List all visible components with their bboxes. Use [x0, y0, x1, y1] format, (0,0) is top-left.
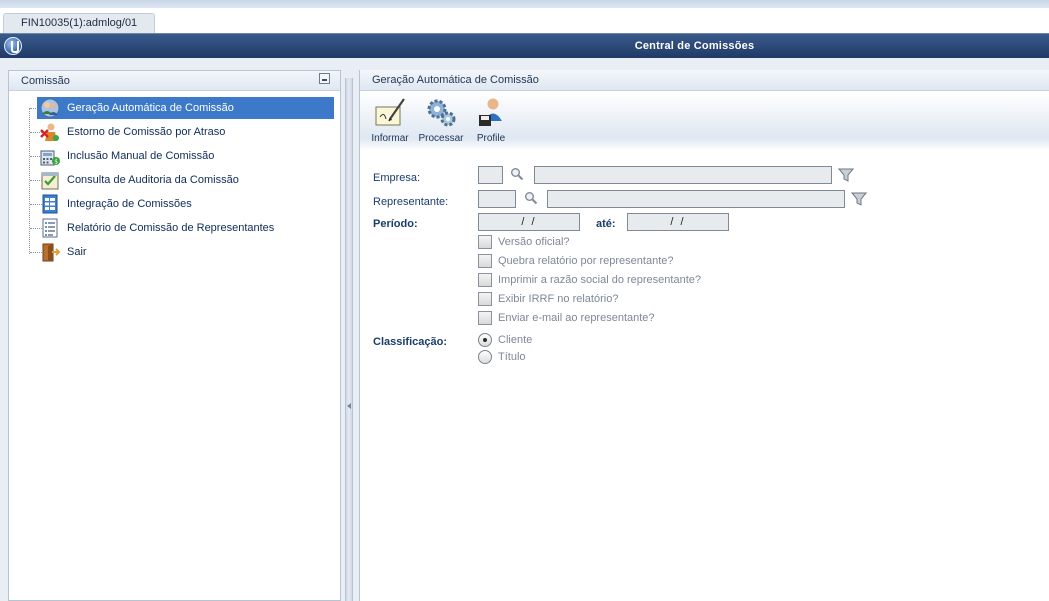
radio-label: Cliente	[498, 334, 533, 346]
informar-label: Informar	[371, 133, 409, 144]
menu-panel-title: Comissão	[21, 75, 70, 87]
action-toolbar: Informar Processar Profile	[360, 92, 1049, 150]
radio-button[interactable]	[478, 333, 492, 347]
checkbox-label: Quebra relatório por representante?	[498, 255, 674, 267]
menu-item-relatorio[interactable]: Relatório de Comissão de Representantes	[15, 216, 335, 240]
pencil-paper-icon	[375, 98, 405, 126]
representante-name-field[interactable]	[547, 190, 845, 208]
minimize-icon[interactable]	[319, 73, 330, 84]
menu-item-label: Consulta de Auditoria da Comissão	[67, 174, 239, 186]
profile-button[interactable]: Profile	[471, 95, 511, 147]
processar-button[interactable]: Processar	[418, 95, 464, 147]
search-icon[interactable]	[510, 167, 524, 181]
checkbox-label: Imprimir a razão social do representante…	[498, 274, 701, 286]
menu-item-sair[interactable]: Sair	[15, 240, 335, 264]
checkbox-box[interactable]	[478, 235, 492, 249]
audit-check-icon	[41, 172, 59, 190]
filter-icon[interactable]	[838, 167, 854, 183]
filter-icon[interactable]	[851, 191, 867, 207]
checkbox-label: Enviar e-mail ao representante?	[498, 312, 655, 324]
empresa-name-field[interactable]	[534, 166, 832, 184]
program-tab[interactable]: FIN10035(1):admlog/01	[3, 13, 155, 33]
checkbox-box[interactable]	[478, 254, 492, 268]
menu-item-geracao-automatica[interactable]: Geração Automática de Comissão	[15, 96, 335, 120]
menu-item-label: Inclusão Manual de Comissão	[67, 150, 215, 162]
menu-item-integracao[interactable]: Integração de Comissões	[15, 192, 335, 216]
window-title: Central de Comissões	[634, 40, 755, 52]
exit-door-icon	[42, 243, 61, 262]
representante-label: Representante:	[373, 196, 449, 208]
calculator-money-icon: $	[40, 150, 60, 166]
title-bar: Central de Comissões	[0, 33, 1049, 58]
content-panel-title: Geração Automática de Comissão	[360, 70, 1049, 91]
spreadsheet-icon	[42, 194, 58, 214]
checkbox-label: Exibir IRRF no relatório?	[498, 293, 619, 305]
panel-splitter[interactable]	[345, 78, 353, 601]
menu-item-label: Sair	[67, 246, 87, 258]
menu-item-label: Integração de Comissões	[67, 198, 192, 210]
checkbox-box[interactable]	[478, 311, 492, 325]
menu-item-estorno[interactable]: Estorno de Comissão por Atraso	[15, 120, 335, 144]
radio-label: Título	[498, 351, 526, 363]
ate-label: até:	[596, 218, 616, 230]
periodo-end-field[interactable]: / /	[627, 213, 729, 231]
tab-bar: FIN10035(1):admlog/01	[0, 8, 1049, 33]
collapse-arrow-icon[interactable]	[347, 403, 351, 409]
search-icon[interactable]	[524, 191, 538, 205]
gears-icon	[427, 99, 456, 127]
periodo-start-field[interactable]: / /	[478, 213, 580, 231]
menu-item-label: Geração Automática de Comissão	[67, 102, 234, 114]
report-list-icon	[42, 218, 58, 238]
informar-button[interactable]: Informar	[370, 95, 410, 147]
menu-item-inclusao-manual[interactable]: $ Inclusão Manual de Comissão	[15, 144, 335, 168]
content-panel: Geração Automática de Comissão Informar …	[359, 70, 1049, 601]
svg-text:$: $	[54, 159, 58, 166]
checkbox-label: Versão oficial?	[498, 236, 570, 248]
representante-code-field[interactable]	[478, 190, 516, 208]
checkbox-box[interactable]	[478, 273, 492, 287]
menu-panel-header: Comissão	[9, 71, 340, 91]
profile-user-icon	[479, 98, 502, 126]
menu-tree: Geração Automática de Comissão Estorno d…	[15, 96, 335, 264]
menu-panel: Comissão Geração Automática de Comissão	[8, 70, 341, 601]
menu-item-label: Relatório de Comissão de Representantes	[67, 222, 275, 234]
processar-label: Processar	[418, 133, 464, 144]
periodo-label: Período:	[373, 218, 418, 230]
menu-item-consulta-auditoria[interactable]: Consulta de Auditoria da Comissão	[15, 168, 335, 192]
menu-item-label: Estorno de Comissão por Atraso	[67, 126, 226, 138]
top-band	[0, 0, 1049, 8]
classificacao-label: Classificação:	[373, 336, 447, 348]
person-cancel-icon	[40, 123, 59, 141]
checkbox-box[interactable]	[478, 292, 492, 306]
radio-button[interactable]	[478, 350, 492, 364]
people-auto-icon	[40, 98, 60, 118]
profile-label: Profile	[476, 133, 506, 144]
empresa-label: Empresa:	[373, 172, 421, 184]
empresa-code-field[interactable]	[478, 166, 503, 184]
